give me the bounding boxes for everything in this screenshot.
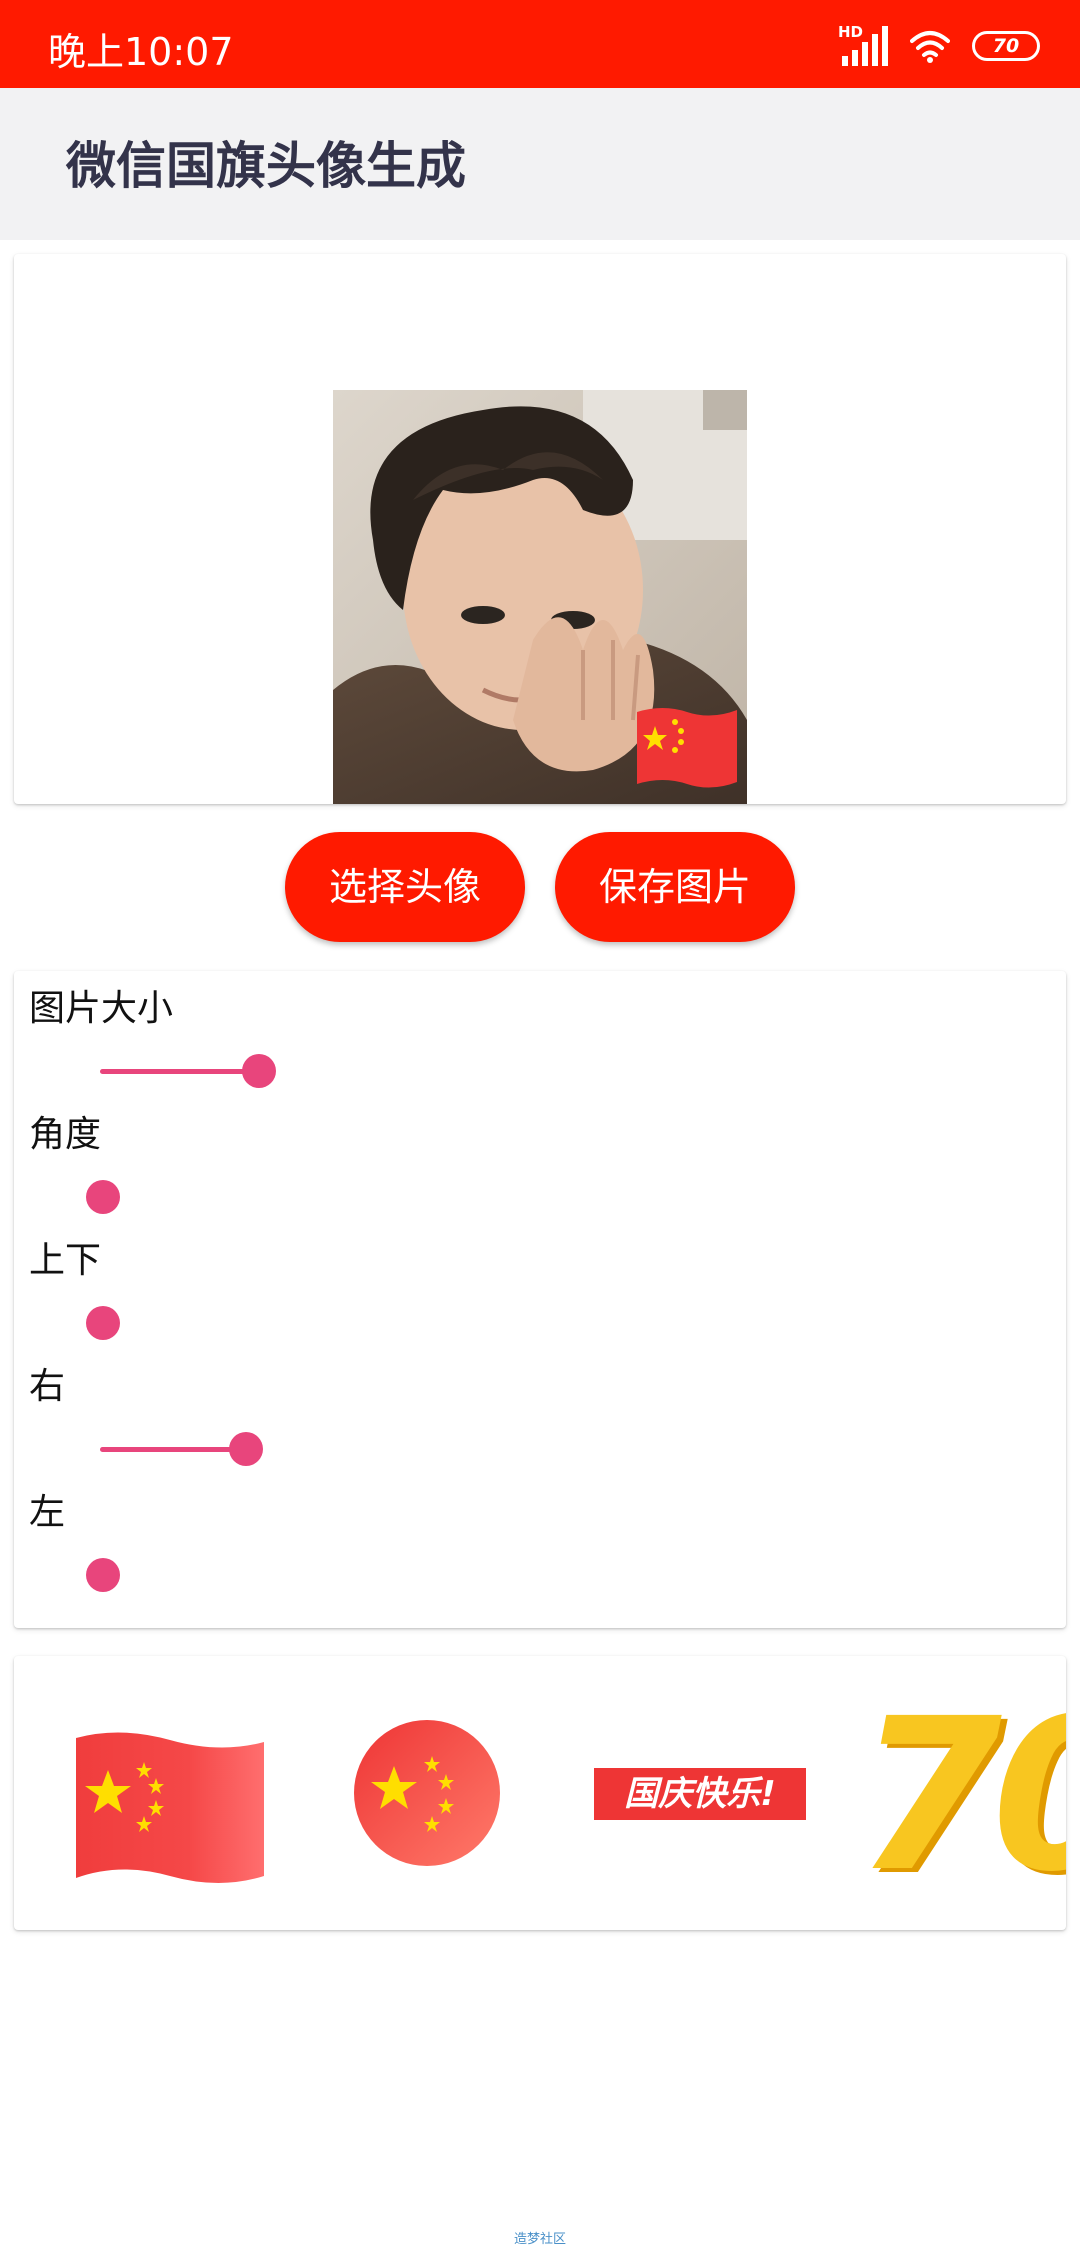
slider-thumb[interactable] (86, 1306, 120, 1340)
angle-slider[interactable] (86, 1177, 986, 1217)
vertical-slider[interactable] (86, 1303, 986, 1343)
national-day-sticker[interactable]: 国庆快乐! (594, 1768, 806, 1820)
right-slider[interactable] (86, 1429, 986, 1469)
slider-label-right: 右 (29, 1366, 66, 1407)
slider-track (100, 1447, 243, 1452)
status-icons: HD 70 (838, 22, 1040, 70)
national-day-text: 国庆快乐! (624, 1774, 776, 1814)
round-flag-sticker[interactable] (352, 1718, 502, 1868)
waving-flag-sticker[interactable] (70, 1726, 270, 1896)
slider-label-vertical: 上下 (29, 1240, 102, 1281)
slider-thumb[interactable] (86, 1558, 120, 1592)
app-bar: 微信国旗头像生成 (0, 88, 1080, 240)
left-slider[interactable] (86, 1555, 986, 1595)
status-time: 晚上10:07 (48, 30, 234, 74)
preview-card (14, 254, 1066, 804)
slider-thumb[interactable] (229, 1432, 263, 1466)
slider-thumb[interactable] (242, 1054, 276, 1088)
china-flag-icon (637, 708, 737, 788)
slider-track (100, 1069, 256, 1074)
slider-thumb[interactable] (86, 1180, 120, 1214)
choose-avatar-button[interactable]: 选择头像 (285, 832, 525, 942)
footer-watermark: 造梦社区 (513, 2232, 566, 2247)
avatar-preview[interactable] (333, 390, 747, 804)
anniversary-text: 70 (856, 1673, 1066, 1918)
slider-label-left: 左 (29, 1492, 66, 1533)
wifi-icon (910, 31, 950, 63)
save-image-button[interactable]: 保存图片 (555, 832, 795, 942)
sticker-picker: 国庆快乐! 70 (14, 1656, 1066, 1930)
adjustment-card: 图片大小 角度 上下 右 左 (14, 971, 1066, 1628)
signal-icon: HD (838, 24, 888, 68)
status-bar: 晚上10:07 HD 70 (0, 0, 1080, 88)
battery-icon: 70 (972, 31, 1040, 61)
network-type-label: HD (838, 23, 864, 41)
battery-level: 70 (992, 35, 1020, 57)
page-title: 微信国旗头像生成 (66, 137, 466, 195)
number-70-sticker[interactable]: 70 (856, 1673, 1066, 1918)
size-slider[interactable] (86, 1051, 986, 1091)
slider-label-angle: 角度 (29, 1114, 102, 1155)
slider-label-size: 图片大小 (29, 988, 174, 1029)
